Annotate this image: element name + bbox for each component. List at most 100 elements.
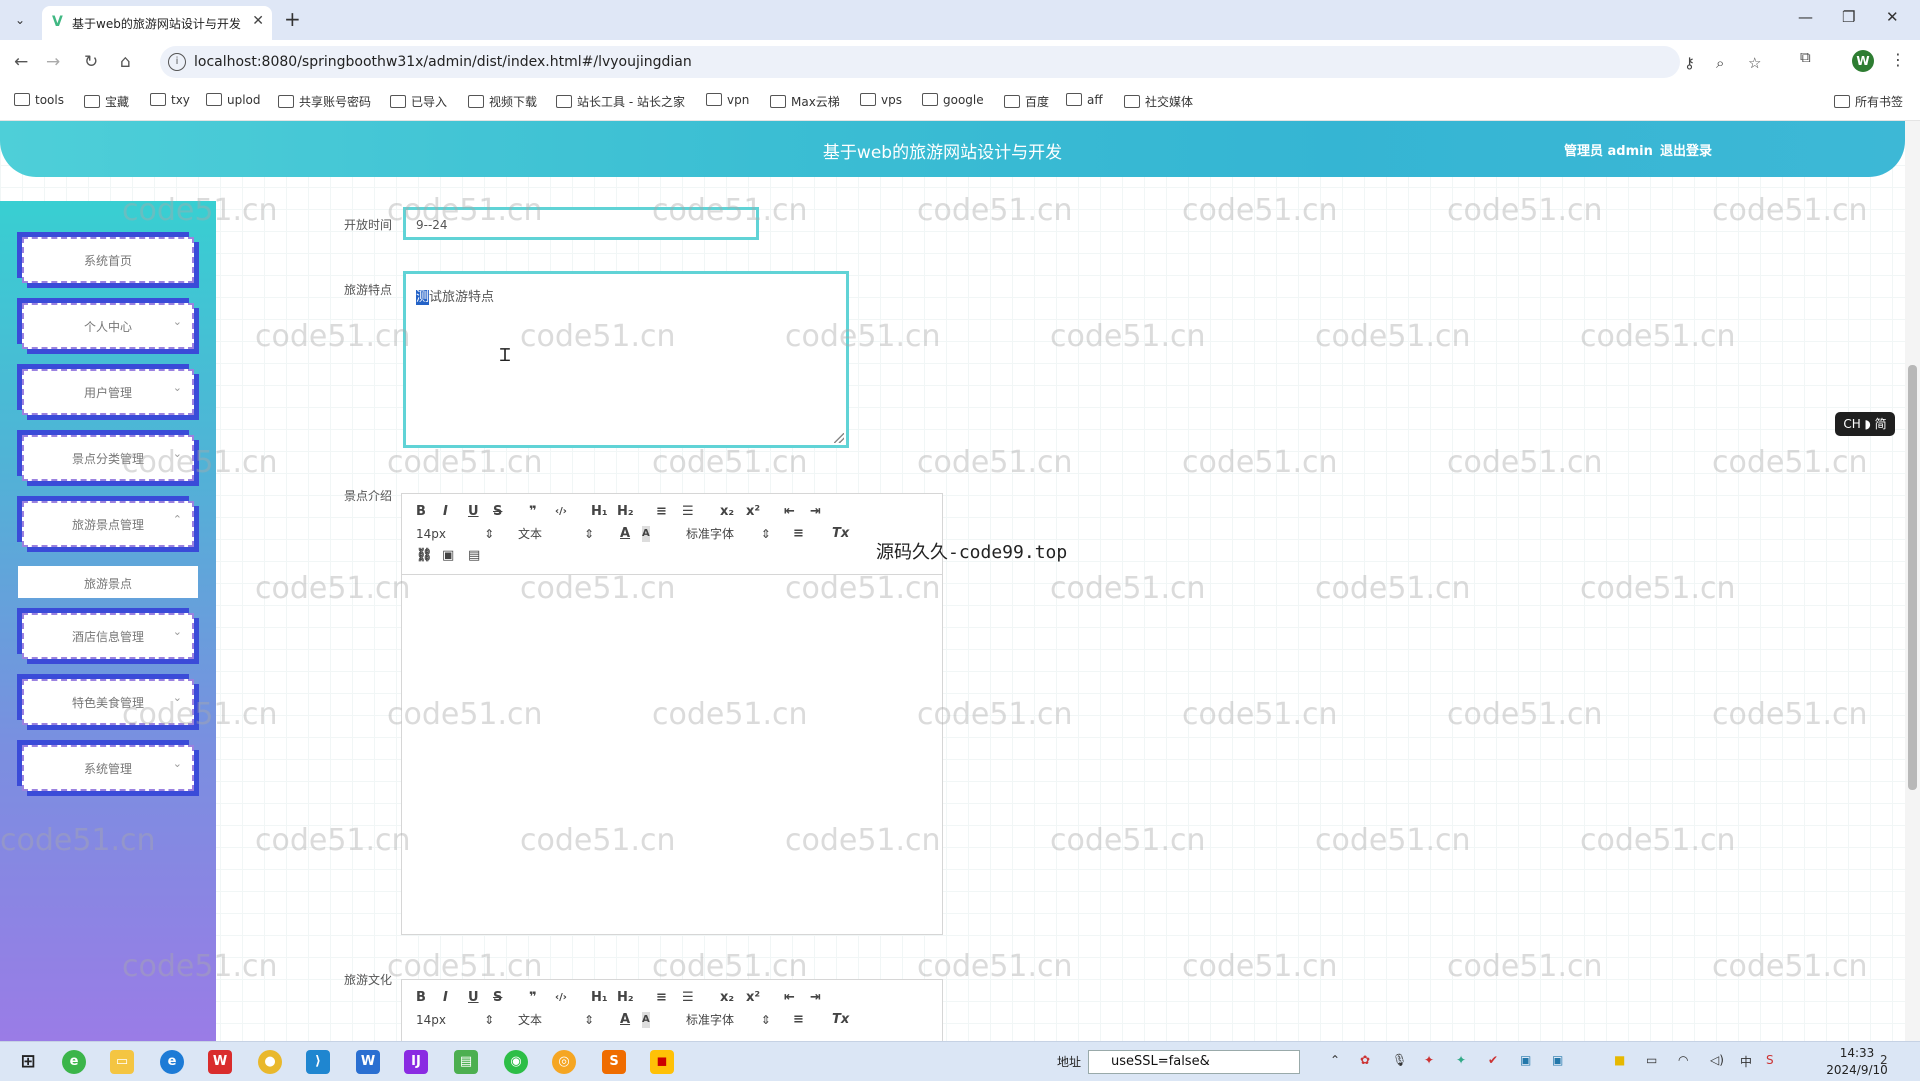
bold-button[interactable]: B <box>416 990 426 1006</box>
background-color-icon[interactable]: A <box>642 1012 650 1028</box>
ime-language[interactable]: 中 <box>1740 1053 1752 1070</box>
h2-button[interactable]: H₂ <box>617 990 634 1006</box>
bookmark-item[interactable]: aff <box>1066 93 1103 107</box>
url-text[interactable]: localhost:8080/springboothw31x/admin/dis… <box>194 54 692 70</box>
sidebar-subitem-attractions[interactable]: 旅游景点 <box>18 566 198 598</box>
tray-app-icon[interactable]: ✦ <box>1424 1053 1434 1067</box>
bullet-list-icon[interactable]: ☰ <box>682 504 694 520</box>
intellij-icon[interactable]: IJ <box>404 1050 428 1074</box>
sidebar-item-hotel-management[interactable]: 酒店信息管理 ⌄ <box>22 613 194 659</box>
superscript-button[interactable]: x² <box>746 504 760 520</box>
video-icon[interactable]: ▤ <box>468 548 480 564</box>
microphone-icon[interactable]: 🎙 <box>1392 1053 1407 1067</box>
bookmark-item[interactable]: google <box>922 93 984 107</box>
bookmark-item[interactable]: 社交媒体 <box>1124 93 1193 110</box>
bookmark-item[interactable]: 百度 <box>1004 93 1049 110</box>
wps-icon[interactable]: W <box>208 1050 232 1074</box>
culture-rich-editor[interactable]: B I U S ❞ ‹/› H₁ H₂ ≡ ☰ x₂ x² ⇤ ⇥ 14px ⇕… <box>401 979 943 1041</box>
bookmark-item[interactable]: tools <box>14 93 64 107</box>
ordered-list-icon[interactable]: ≡ <box>656 504 667 520</box>
zoom-icon[interactable]: ⌕ <box>1716 54 1724 72</box>
open-time-input[interactable]: 9--24 <box>403 207 759 240</box>
password-key-icon[interactable]: ⚷ <box>1684 54 1695 72</box>
strike-button[interactable]: S <box>493 990 502 1006</box>
indent-icon[interactable]: ⇥ <box>810 504 821 520</box>
clear-format-icon[interactable]: Tx <box>832 526 849 542</box>
sidebar-item-system-management[interactable]: 系统管理 ⌄ <box>22 745 194 791</box>
link-icon[interactable]: ⛓ <box>416 548 433 564</box>
bookmark-item[interactable]: txy <box>150 93 190 107</box>
align-icon[interactable]: ≡ <box>793 1012 804 1028</box>
font-family-select[interactable]: 标准字体 ⇕ <box>686 526 771 542</box>
italic-button[interactable]: I <box>443 504 448 520</box>
vscode-icon[interactable]: ⟩ <box>306 1050 330 1074</box>
bookmark-item[interactable]: vps <box>860 93 902 107</box>
quote-icon[interactable]: ❞ <box>529 990 537 1006</box>
bookmark-item[interactable]: 已导入 <box>390 93 447 110</box>
site-info-icon[interactable]: i <box>168 53 186 71</box>
bullet-list-icon[interactable]: ☰ <box>682 990 694 1006</box>
tab-list-chevron-icon[interactable]: ⌄ <box>8 8 32 32</box>
feature-textarea[interactable]: 测试旅游特点 <box>403 271 849 448</box>
superscript-button[interactable]: x² <box>746 990 760 1006</box>
font-color-icon[interactable]: A <box>620 1012 630 1028</box>
header-select[interactable]: 文本 ⇕ <box>518 1012 594 1028</box>
font-family-select[interactable]: 标准字体 ⇕ <box>686 1012 771 1028</box>
indent-icon[interactable]: ⇥ <box>810 990 821 1006</box>
window-close-icon[interactable]: ✕ <box>1886 8 1899 26</box>
code-icon[interactable]: ‹/› <box>555 504 567 520</box>
word-icon[interactable]: W <box>356 1050 380 1074</box>
app-icon[interactable]: ◼ <box>650 1050 674 1074</box>
wifi-icon[interactable]: ◠ <box>1678 1053 1688 1067</box>
app-icon[interactable]: e <box>62 1050 86 1074</box>
image-icon[interactable]: ▣ <box>442 548 454 564</box>
h2-button[interactable]: H₂ <box>617 504 634 520</box>
ime-indicator[interactable]: CH ◗ 简 <box>1835 412 1895 436</box>
intro-rich-editor[interactable]: B I U S ❞ ‹/› H₁ H₂ ≡ ☰ x₂ x² ⇤ ⇥ 14px ⇕… <box>401 493 943 935</box>
chrome-icon[interactable]: ● <box>258 1050 282 1074</box>
omnibox[interactable]: i localhost:8080/springboothw31x/admin/d… <box>160 46 1761 78</box>
strike-button[interactable]: S <box>493 504 502 520</box>
tab-close-icon[interactable]: ✕ <box>252 13 264 29</box>
sidebar-item-home[interactable]: 系统首页 <box>22 237 194 283</box>
wechat-icon[interactable]: ◉ <box>504 1050 528 1074</box>
h1-button[interactable]: H₁ <box>591 990 608 1006</box>
home-icon[interactable]: ⌂ <box>120 52 131 72</box>
new-tab-plus-icon[interactable]: + <box>284 8 301 30</box>
reload-icon[interactable]: ↻ <box>84 52 98 72</box>
back-arrow-icon[interactable]: ← <box>14 52 28 72</box>
italic-button[interactable]: I <box>443 990 448 1006</box>
outdent-icon[interactable]: ⇤ <box>784 504 795 520</box>
bookmark-star-icon[interactable]: ☆ <box>1748 54 1761 72</box>
tray-app-icon[interactable]: ✿ <box>1360 1053 1370 1067</box>
underline-button[interactable]: U <box>468 990 479 1006</box>
align-icon[interactable]: ≡ <box>793 526 804 542</box>
bold-button[interactable]: B <box>416 504 426 520</box>
bookmark-item[interactable]: vpn <box>706 93 749 107</box>
underline-button[interactable]: U <box>468 504 479 520</box>
font-size-select[interactable]: 14px ⇕ <box>416 1012 494 1028</box>
edge-icon[interactable]: e <box>160 1050 184 1074</box>
header-select[interactable]: 文本 ⇕ <box>518 526 594 542</box>
app-icon[interactable]: ◎ <box>552 1050 576 1074</box>
ordered-list-icon[interactable]: ≡ <box>656 990 667 1006</box>
sublime-icon[interactable]: S <box>602 1050 626 1074</box>
forward-arrow-icon[interactable]: → <box>46 52 60 72</box>
font-size-select[interactable]: 14px ⇕ <box>416 526 494 542</box>
file-explorer-icon[interactable]: ▭ <box>110 1050 134 1074</box>
restore-icon[interactable]: ❐ <box>1842 8 1855 26</box>
sidebar-item-user-management[interactable]: 用户管理 ⌄ <box>22 369 194 415</box>
sidebar-item-category-management[interactable]: 景点分类管理 ⌄ <box>22 435 194 481</box>
extensions-icon[interactable]: ⧉ <box>1800 48 1811 66</box>
windows-start-icon[interactable]: ⊞ <box>16 1050 40 1074</box>
sidebar-item-personal-center[interactable]: 个人中心 ⌄ <box>22 303 194 349</box>
h1-button[interactable]: H₁ <box>591 504 608 520</box>
quote-icon[interactable]: ❞ <box>529 504 537 520</box>
subscript-button[interactable]: x₂ <box>720 504 734 520</box>
minimize-icon[interactable]: — <box>1798 8 1813 26</box>
sidebar-item-food-management[interactable]: 特色美食管理 ⌄ <box>22 679 194 725</box>
sidebar-item-attraction-management[interactable]: 旅游景点管理 ⌃ <box>22 501 194 547</box>
bookmark-item[interactable]: 站长工具 - 站长之家 <box>556 93 685 110</box>
volume-icon[interactable]: ◁) <box>1710 1053 1724 1067</box>
scrollbar-thumb[interactable] <box>1908 365 1917 790</box>
